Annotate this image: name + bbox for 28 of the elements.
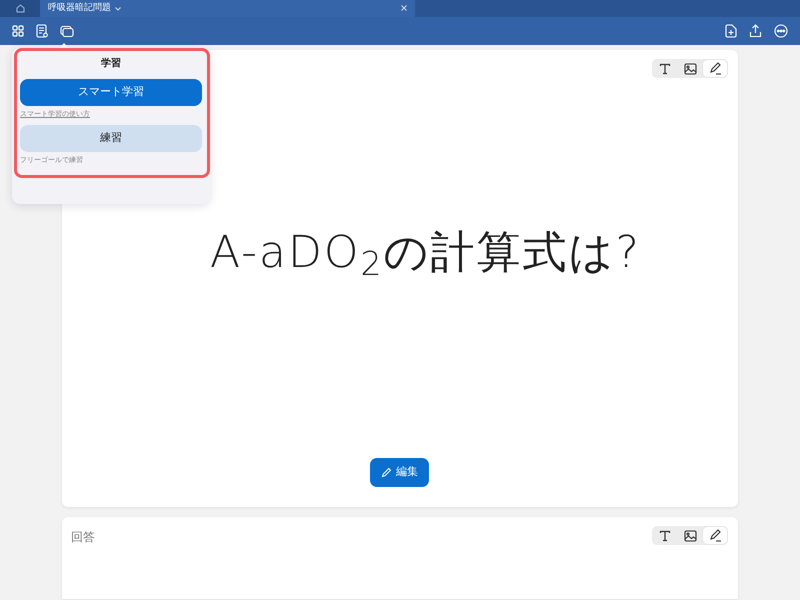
cards-icon[interactable] [60,25,74,37]
tab-title: 呼吸器暗記問題 [48,2,111,15]
chevron-down-icon[interactable] [115,6,121,10]
home-tab[interactable] [0,0,40,17]
pen-icon [708,529,722,542]
popover-arrow [59,43,69,48]
image-icon [684,530,696,542]
add-page-icon[interactable] [725,24,737,38]
home-icon [16,4,24,13]
image-icon [684,62,696,74]
answer-label: 回答 [71,529,95,546]
close-icon[interactable] [401,5,407,11]
share-icon[interactable] [749,24,762,38]
document-icon[interactable] [36,24,48,38]
pencil-icon [381,466,392,478]
pen-icon [708,62,722,75]
pen-tool[interactable] [703,527,727,544]
text-icon [659,62,671,74]
handwritten-question: A-aDO$_{2}$の計算式は? [210,226,641,286]
more-icon[interactable] [774,24,788,38]
text-icon [659,530,671,542]
pen-tool[interactable] [703,60,727,77]
popover-title: 学習 [100,56,122,71]
grid-icon[interactable] [12,25,24,37]
document-tab[interactable]: 呼吸器暗記問題 [40,0,415,17]
smart-study-button[interactable]: スマート学習 [20,79,202,106]
practice-button[interactable]: 練習 [20,124,202,152]
edit-button[interactable]: 編集 [370,458,429,486]
